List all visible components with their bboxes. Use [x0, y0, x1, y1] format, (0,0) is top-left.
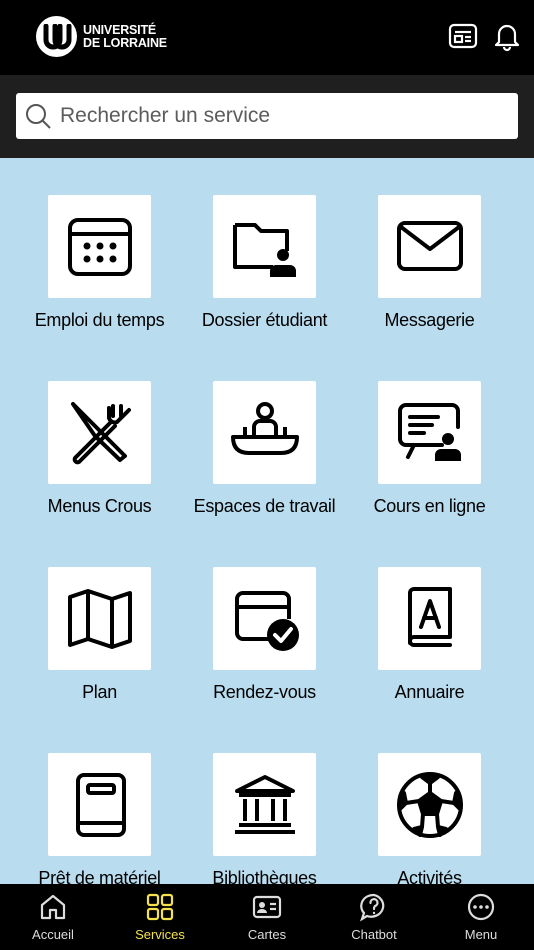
- service-label: Cours en ligne: [373, 496, 486, 516]
- service-activites[interactable]: Activités: [347, 753, 512, 892]
- search-box[interactable]: [16, 93, 518, 139]
- grid-icon: [146, 893, 174, 921]
- library-building-icon: [234, 774, 295, 834]
- service-tile-box[interactable]: [48, 195, 151, 298]
- chat-help-icon: [360, 893, 385, 922]
- service-messagerie[interactable]: Messagerie: [347, 195, 512, 334]
- service-label: Annuaire: [394, 682, 465, 702]
- service-espaces-de-travail[interactable]: Espaces de travail: [182, 381, 347, 520]
- service-tile-box[interactable]: [48, 753, 151, 856]
- search-icon: [26, 104, 51, 129]
- logo-mark-icon: [36, 16, 77, 57]
- service-label: Plan: [82, 682, 117, 702]
- service-tile-box[interactable]: [213, 567, 316, 670]
- service-tile-box[interactable]: [378, 753, 481, 856]
- more-icon: [467, 893, 495, 921]
- knife-fork-icon: [70, 401, 131, 464]
- service-emploi-du-temps[interactable]: Emploi du temps: [17, 195, 182, 334]
- service-tile-box[interactable]: [378, 195, 481, 298]
- service-tile-box[interactable]: [48, 567, 151, 670]
- nav-item-accueil[interactable]: Accueil: [0, 884, 106, 950]
- folder-user-icon: [232, 222, 296, 277]
- service-tile-box[interactable]: [378, 567, 481, 670]
- bottom-nav: Accueil Services Cartes Chatbot Menu: [0, 884, 534, 950]
- workspace-desk-icon: [230, 401, 299, 455]
- logo-line2: DE LORRAINE: [83, 35, 167, 50]
- nav-label-services: Services: [135, 927, 185, 942]
- calendar-icon: [67, 217, 132, 276]
- envelope-icon: [396, 220, 463, 271]
- news-card-icon[interactable]: [447, 20, 479, 52]
- university-logo: UNIVERSITÉ DE LORRAINE: [36, 16, 167, 57]
- map-icon: [67, 588, 132, 649]
- nav-item-services[interactable]: Services: [107, 884, 213, 950]
- nav-label-menu: Menu: [464, 927, 498, 942]
- service-menus-crous[interactable]: Menus Crous: [17, 381, 182, 520]
- app-header: UNIVERSITÉ DE LORRAINE: [0, 0, 534, 75]
- service-annuaire[interactable]: Annuaire: [347, 567, 512, 706]
- service-label: Espaces de travail: [193, 496, 336, 516]
- search-area: [0, 75, 534, 158]
- nav-item-menu[interactable]: Menu: [428, 884, 534, 950]
- service-bibliotheques[interactable]: Bibliothèques: [182, 753, 347, 892]
- service-cours-en-ligne[interactable]: Cours en ligne: [347, 381, 512, 520]
- services-grid: Emploi du temps Dossier étudiant Message…: [0, 158, 534, 888]
- nav-item-chatbot[interactable]: Chatbot: [321, 884, 427, 950]
- home-icon: [40, 894, 66, 920]
- soccer-ball-icon: [396, 771, 463, 838]
- service-pret-de-materiel[interactable]: Prêt de matériel: [17, 753, 182, 892]
- service-tile-box[interactable]: [213, 753, 316, 856]
- address-book-icon: [407, 586, 452, 647]
- nav-item-cartes[interactable]: Cartes: [214, 884, 320, 950]
- service-tile-box[interactable]: [213, 381, 316, 484]
- service-label: Rendez-vous: [213, 682, 316, 702]
- book-icon: [75, 772, 126, 837]
- service-rendez-vous[interactable]: Rendez-vous: [182, 567, 347, 706]
- service-label: Messagerie: [384, 310, 475, 330]
- service-tile-box[interactable]: [378, 381, 481, 484]
- service-label: Menus Crous: [47, 496, 152, 516]
- service-label: Emploi du temps: [34, 310, 165, 330]
- search-input[interactable]: [58, 103, 502, 129]
- nav-label-accueil: Accueil: [32, 927, 74, 942]
- service-dossier-etudiant[interactable]: Dossier étudiant: [182, 195, 347, 334]
- presentation-user-icon: [397, 402, 461, 461]
- nav-label-cartes: Cartes: [247, 927, 287, 942]
- logo-line1: UNIVERSITÉ: [83, 22, 157, 37]
- calendar-check-icon: [234, 590, 299, 651]
- nav-label-chatbot: Chatbot: [351, 927, 397, 942]
- service-tile-box[interactable]: [213, 195, 316, 298]
- id-card-icon: [252, 895, 282, 919]
- bell-icon[interactable]: [491, 20, 523, 52]
- service-plan[interactable]: Plan: [17, 567, 182, 706]
- service-tile-box[interactable]: [48, 381, 151, 484]
- service-label: Dossier étudiant: [201, 310, 328, 330]
